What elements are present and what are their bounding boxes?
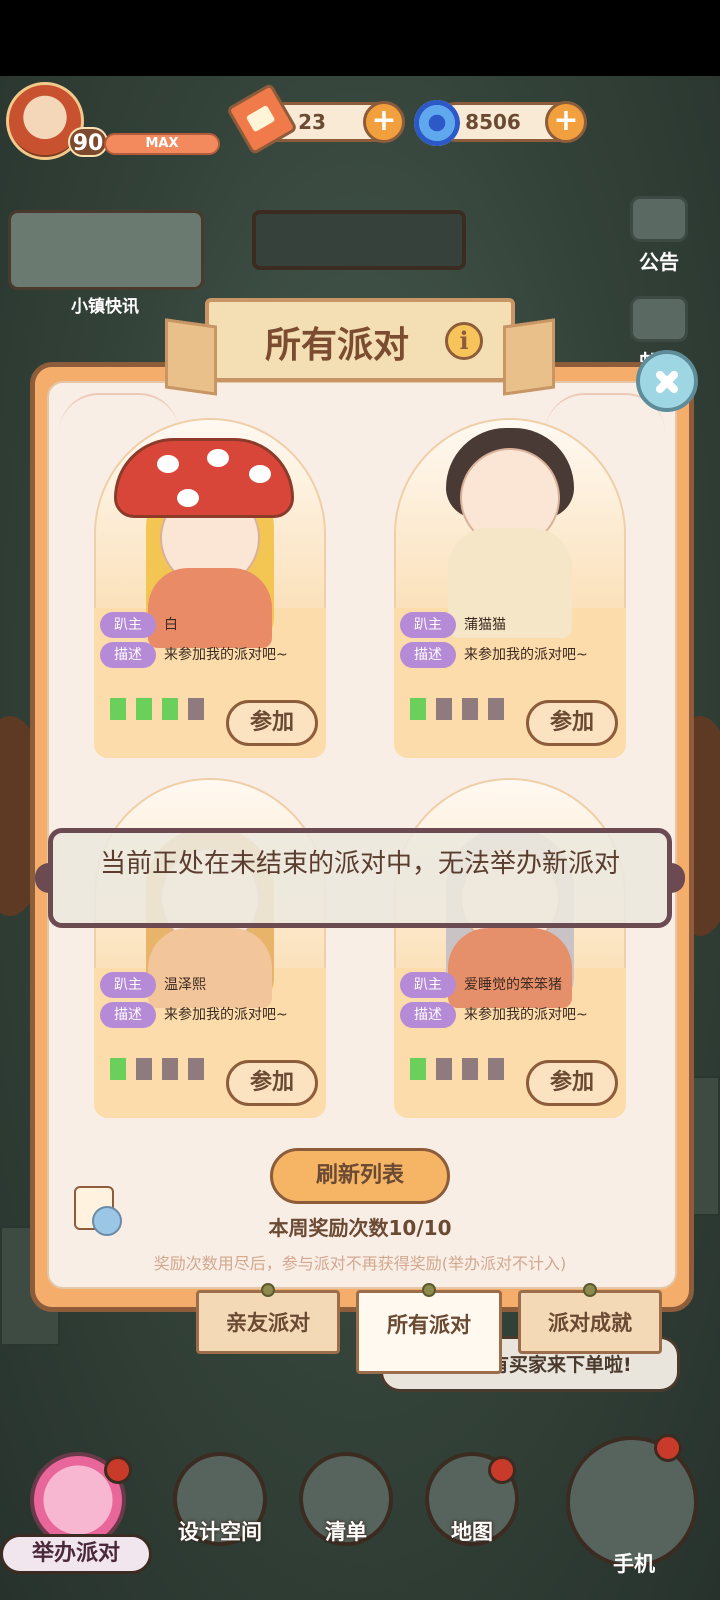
notification-dot	[488, 1456, 516, 1484]
megaphone-icon	[630, 196, 688, 242]
town-news-label: 小镇快讯	[71, 297, 139, 317]
party-description: 来参加我的派对吧~	[464, 647, 588, 663]
status-bar	[0, 0, 720, 76]
join-button[interactable]: 参加	[226, 1060, 318, 1106]
quest-panel	[252, 210, 466, 270]
tab-all-parties[interactable]: 所有派对	[356, 1283, 502, 1374]
info-icon[interactable]: i	[445, 322, 483, 360]
xp-label: MAX	[145, 136, 179, 151]
mail-icon	[630, 296, 688, 342]
weekly-reward-count: 本周奖励次数10/10	[268, 1216, 452, 1240]
join-button[interactable]: 参加	[526, 700, 618, 746]
notebook-icon[interactable]	[74, 1186, 122, 1236]
tab-label: 派对成就	[548, 1311, 632, 1335]
speech-bubble-text: 有买家来下单啦!	[490, 1354, 632, 1376]
xp-bar: MAX	[104, 133, 220, 155]
tab-label: 亲友派对	[226, 1311, 310, 1335]
host-name: 蒲猫猫	[464, 617, 506, 633]
reward-note: 奖励次数用尽后，参与派对不再获得奖励(举办派对不计入)	[153, 1254, 567, 1273]
join-button[interactable]: 参加	[526, 1060, 618, 1106]
host-name: 白	[164, 617, 178, 633]
tab-party-achievements[interactable]: 派对成就	[518, 1283, 662, 1354]
level-badge: 90	[68, 127, 108, 157]
party-description: 来参加我的派对吧~	[464, 1007, 588, 1023]
toast-message: 当前正处在未结束的派对中，无法举办新派对	[35, 828, 685, 928]
list-button[interactable]: 清单	[296, 1452, 396, 1546]
attendee-empty-icon	[188, 698, 204, 720]
desc-tag: 描述	[100, 1002, 156, 1028]
phone-label: 手机	[613, 1552, 655, 1576]
attendee-empty-icon	[462, 698, 478, 720]
host-party-button[interactable]: 举办派对	[0, 1534, 152, 1574]
notice-label: 公告	[639, 250, 679, 274]
notification-dot	[104, 1456, 132, 1484]
host-name: 爱睡觉的笨笨猪	[464, 977, 562, 993]
desc-tag: 描述	[400, 1002, 456, 1028]
notice-button[interactable]: 公告	[616, 196, 702, 275]
party-card: 趴主 蒲猫猫 描述 来参加我的派对吧~ 参加	[394, 418, 626, 758]
add-gems-button[interactable]: +	[545, 101, 587, 143]
party-description: 来参加我的派对吧~	[164, 1007, 288, 1023]
dialog-title: 所有派对	[264, 325, 409, 366]
notification-dot	[654, 1434, 682, 1462]
swirl-gem-icon	[414, 100, 460, 146]
attendee-empty-icon	[488, 1058, 504, 1080]
pin-icon	[261, 1283, 275, 1297]
attendee-empty-icon	[188, 1058, 204, 1080]
host-tag: 趴主	[400, 972, 456, 998]
town-news-panel[interactable]	[8, 210, 204, 290]
host-name: 温泽熙	[164, 977, 206, 993]
tab-friend-party[interactable]: 亲友派对	[196, 1283, 340, 1354]
attendee-empty-icon	[136, 1058, 152, 1080]
host-tag: 趴主	[100, 612, 156, 638]
map-label: 地图	[451, 1520, 493, 1544]
attendee-empty-icon	[462, 1058, 478, 1080]
attendee-filled-icon	[410, 1058, 426, 1080]
close-button[interactable]	[636, 350, 698, 412]
toast-text: 当前正处在未结束的派对中，无法举办新派对	[99, 849, 620, 879]
design-space-label: 设计空间	[178, 1520, 262, 1544]
desc-tag: 描述	[100, 642, 156, 668]
desc-tag: 描述	[400, 642, 456, 668]
pin-icon	[583, 1283, 597, 1297]
party-description: 来参加我的派对吧~	[164, 647, 288, 663]
mushroom-hat	[114, 438, 294, 518]
attendee-filled-icon	[110, 698, 126, 720]
party-card: 趴主 白 描述 来参加我的派对吧~ 参加	[94, 418, 326, 758]
attendee-empty-icon	[488, 698, 504, 720]
list-label: 清单	[325, 1520, 367, 1544]
join-button[interactable]: 参加	[226, 700, 318, 746]
pin-icon	[422, 1283, 436, 1297]
add-tickets-button[interactable]: +	[363, 101, 405, 143]
dialog-title-banner: 所有派对 i	[205, 298, 515, 382]
tab-label: 所有派对	[387, 1313, 471, 1337]
attendee-empty-icon	[436, 698, 452, 720]
attendee-empty-icon	[436, 1058, 452, 1080]
refresh-list-button[interactable]: 刷新列表	[270, 1148, 450, 1204]
host-tag: 趴主	[100, 972, 156, 998]
attendee-filled-icon	[410, 698, 426, 720]
phone-button[interactable]: 手机	[584, 1548, 684, 1578]
attendee-filled-icon	[162, 698, 178, 720]
attendee-empty-icon	[162, 1058, 178, 1080]
attendee-filled-icon	[136, 698, 152, 720]
attendee-filled-icon	[110, 1058, 126, 1080]
host-tag: 趴主	[400, 612, 456, 638]
design-space-button[interactable]: 设计空间	[170, 1452, 270, 1546]
